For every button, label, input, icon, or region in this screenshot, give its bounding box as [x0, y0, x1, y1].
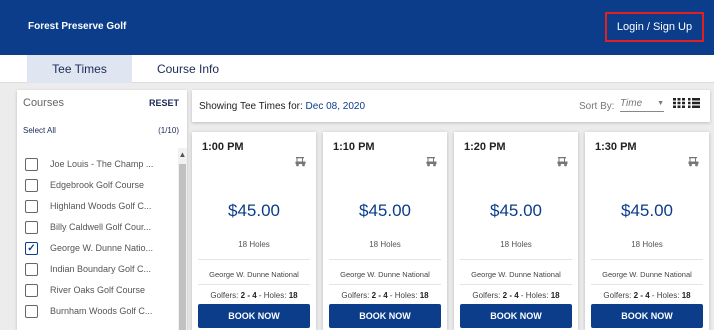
course-name: Billy Caldwell Golf Cour... — [50, 222, 152, 232]
tab-course-info[interactable]: Course Info — [140, 55, 236, 83]
course-name: Edgebrook Golf Course — [50, 180, 145, 190]
divider — [329, 284, 441, 285]
course-item[interactable]: Highland Woods Golf C... — [25, 197, 168, 215]
top-header: Forest Preserve Golf Login / Sign Up — [0, 0, 714, 55]
course-item[interactable]: Joe Louis - The Champ ... — [25, 155, 168, 173]
course-name: Joe Louis - The Champ ... — [50, 159, 154, 169]
holes-text: 18 Holes — [369, 240, 401, 249]
course-item[interactable]: River Oaks Golf Course — [25, 281, 168, 299]
course-item[interactable]: Billy Caldwell Golf Cour... — [25, 218, 168, 236]
course-checkbox[interactable] — [25, 157, 38, 171]
tee-time-card[interactable]: 1:00 PM $45.00 18 Holes George W. Dunne … — [192, 132, 316, 330]
showing-text: Showing Tee Times for: Dec 08, 2020 — [199, 101, 366, 112]
list-view-icon[interactable] — [688, 98, 700, 108]
course-name: George W. Dunne National — [602, 270, 692, 279]
tee-price: $45.00 — [359, 201, 411, 220]
course-name: Indian Boundary Golf C... — [50, 264, 152, 274]
selected-count: (1/10) — [158, 126, 179, 135]
course-checkbox[interactable] — [25, 178, 38, 192]
tee-time-card[interactable]: 1:10 PM $45.00 18 Holes George W. Dunne … — [323, 132, 447, 330]
courses-scrollbar[interactable]: ▲ — [178, 148, 187, 330]
grid-view-icon[interactable] — [673, 98, 685, 108]
tee-price: $45.00 — [490, 201, 542, 220]
reset-button[interactable]: RESET — [149, 98, 179, 108]
course-name: George W. Dunne National — [471, 270, 561, 279]
divider — [460, 284, 572, 285]
golfers-info: Golfers: 2 - 4 - Holes: 18 — [472, 291, 560, 300]
brand-name[interactable]: Forest Preserve Golf — [28, 21, 126, 32]
scroll-up-arrow-icon[interactable]: ▲ — [178, 150, 187, 159]
tee-time-card[interactable]: 1:30 PM $45.00 18 Holes George W. Dunne … — [585, 132, 709, 330]
course-name: George W. Dunne National — [340, 270, 430, 279]
divider — [591, 259, 703, 260]
scrollbar-thumb[interactable] — [179, 164, 186, 330]
divider — [198, 259, 310, 260]
golf-cart-icon — [557, 157, 568, 167]
course-name: Burnham Woods Golf C... — [50, 306, 153, 316]
golf-cart-icon — [426, 157, 437, 167]
divider — [198, 284, 310, 285]
course-checkbox[interactable] — [25, 199, 38, 213]
tab-tee-times[interactable]: Tee Times — [27, 55, 132, 83]
courses-title: Courses — [23, 97, 64, 109]
tee-time-card[interactable]: 1:20 PM $45.00 18 Holes George W. Dunne … — [454, 132, 578, 330]
divider — [329, 259, 441, 260]
sort-select[interactable]: Time ▼ — [620, 98, 664, 112]
course-checkbox[interactable] — [25, 283, 38, 297]
tee-time: 1:10 PM — [333, 141, 375, 153]
golfers-info: Golfers: 2 - 4 - Holes: 18 — [341, 291, 429, 300]
selected-date[interactable]: Dec 08, 2020 — [306, 101, 366, 112]
tee-price: $45.00 — [621, 201, 673, 220]
golfers-info: Golfers: 2 - 4 - Holes: 18 — [210, 291, 298, 300]
course-name: George W. Dunne Natio... — [50, 243, 154, 253]
holes-text: 18 Holes — [500, 240, 532, 249]
golf-cart-icon — [295, 157, 306, 167]
course-checkbox[interactable] — [25, 220, 38, 234]
course-item[interactable]: Edgebrook Golf Course — [25, 176, 168, 194]
login-signup-button[interactable]: Login / Sign Up — [605, 12, 704, 42]
sort-label: Sort By: — [579, 101, 615, 112]
tee-time: 1:30 PM — [595, 141, 637, 153]
course-name: Highland Woods Golf C... — [50, 201, 152, 211]
book-now-button[interactable]: BOOK NOW — [329, 304, 441, 328]
holes-text: 18 Holes — [631, 240, 663, 249]
results-header: Showing Tee Times for: Dec 08, 2020 Sort… — [192, 90, 710, 122]
tee-price: $45.00 — [228, 201, 280, 220]
book-now-button[interactable]: BOOK NOW — [591, 304, 703, 328]
book-now-button[interactable]: BOOK NOW — [460, 304, 572, 328]
course-item[interactable]: Burnham Woods Golf C... — [25, 302, 168, 320]
dropdown-caret-icon: ▼ — [657, 100, 664, 107]
course-name: George W. Dunne National — [209, 270, 299, 279]
golfers-info: Golfers: 2 - 4 - Holes: 18 — [603, 291, 691, 300]
course-item[interactable]: Indian Boundary Golf C... — [25, 260, 168, 278]
course-item[interactable]: ✓ George W. Dunne Natio... — [25, 239, 168, 257]
select-all-link[interactable]: Select All — [23, 126, 56, 135]
tab-bar: Tee Times Course Info — [0, 55, 714, 83]
course-checkbox[interactable] — [25, 262, 38, 276]
divider — [460, 259, 572, 260]
course-name: River Oaks Golf Course — [50, 285, 146, 295]
courses-sidebar: Courses RESET Select All (1/10) Joe Loui… — [17, 90, 187, 330]
course-checkbox-checked[interactable]: ✓ — [25, 241, 38, 255]
divider — [591, 284, 703, 285]
tee-time: 1:20 PM — [464, 141, 506, 153]
book-now-button[interactable]: BOOK NOW — [198, 304, 310, 328]
tee-time: 1:00 PM — [202, 141, 244, 153]
course-checkbox[interactable] — [25, 304, 38, 318]
golf-cart-icon — [688, 157, 699, 167]
holes-text: 18 Holes — [238, 240, 270, 249]
